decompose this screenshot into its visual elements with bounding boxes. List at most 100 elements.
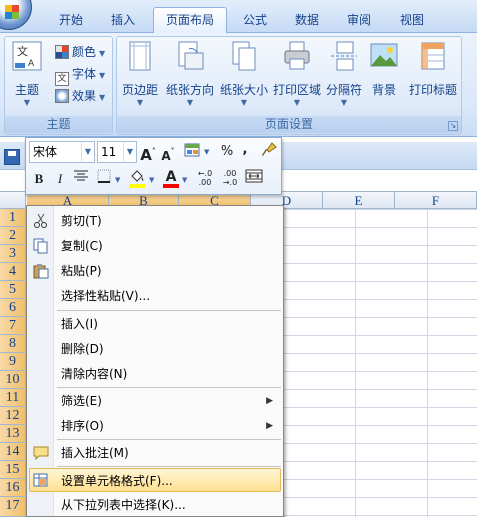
row-header[interactable]: 4 xyxy=(0,263,26,281)
font-name-dropdown-icon[interactable]: ▼ xyxy=(81,142,94,162)
borders-button[interactable] xyxy=(95,169,113,189)
percent-style-button[interactable]: % xyxy=(219,142,235,162)
format-style-icon xyxy=(184,143,200,157)
format-style-button[interactable] xyxy=(183,142,203,162)
menu-item-label: 插入批注(M) xyxy=(61,446,129,460)
grow-font-button[interactable]: A˄ xyxy=(140,142,156,164)
menu-item-pick-from-list[interactable]: 从下拉列表中选择(K)... xyxy=(29,493,281,517)
office-button[interactable] xyxy=(0,0,32,30)
background-button[interactable]: 背景 xyxy=(366,41,402,115)
row-header[interactable]: 8 xyxy=(0,335,26,353)
row-header[interactable]: 14 xyxy=(0,443,26,461)
row-header[interactable]: 3 xyxy=(0,245,26,263)
menu-item-label: 剪切(T) xyxy=(61,214,102,228)
tab-formulas[interactable]: 公式 xyxy=(231,8,279,33)
font-size-combo[interactable]: 11 ▼ xyxy=(97,141,137,163)
font-color-dropdown-icon[interactable]: ▼ xyxy=(182,176,187,184)
themes-button[interactable]: 文 A 主题 ▼ xyxy=(8,41,46,115)
paste-icon xyxy=(33,264,49,279)
svg-text:文: 文 xyxy=(17,44,28,58)
decrease-decimal-button[interactable]: .00 →.0 xyxy=(219,169,241,189)
effects-button[interactable]: 效果 ▼ xyxy=(55,86,105,106)
colors-button[interactable]: 颜色 ▼ xyxy=(55,42,105,62)
fill-color-dropdown-icon[interactable]: ▼ xyxy=(149,176,154,184)
margins-button[interactable]: 页边距 ▼ xyxy=(119,41,161,115)
row-header[interactable]: 9 xyxy=(0,353,26,371)
center-align-button[interactable] xyxy=(72,169,90,189)
row-header[interactable]: 1 xyxy=(0,209,26,227)
font-color-swatch xyxy=(163,184,179,188)
row-header[interactable]: 5 xyxy=(0,281,26,299)
shrink-font-label: A xyxy=(161,149,171,163)
tab-home[interactable]: 开始 xyxy=(47,8,95,33)
font-name-combo[interactable]: 宋体 ▼ xyxy=(29,141,95,163)
comment-icon xyxy=(33,446,49,461)
italic-button[interactable]: I xyxy=(51,169,69,189)
menu-item-label: 从下拉列表中选择(K)... xyxy=(61,498,186,512)
menu-item-label: 复制(C) xyxy=(61,239,103,253)
fonts-button[interactable]: 文字体 ▼ xyxy=(55,64,105,86)
row-header[interactable]: 17 xyxy=(0,497,26,517)
orientation-button[interactable]: 纸张方向 ▼ xyxy=(165,41,215,115)
row-header[interactable]: 10 xyxy=(0,371,26,389)
tab-review[interactable]: 审阅 xyxy=(335,8,383,33)
save-icon[interactable] xyxy=(4,149,20,165)
increase-decimal-button[interactable]: ←.0 .00 xyxy=(194,169,216,189)
menu-item-filter[interactable]: 筛选(E) ▶ xyxy=(29,389,281,413)
borders-dropdown-icon[interactable]: ▼ xyxy=(115,176,120,184)
menu-item-clear-contents[interactable]: 清除内容(N) xyxy=(29,362,281,386)
printer-icon xyxy=(284,41,310,70)
row-header[interactable]: 6 xyxy=(0,299,26,317)
row-header[interactable]: 15 xyxy=(0,461,26,479)
menu-item-insert-comment[interactable]: 插入批注(M) xyxy=(29,441,281,465)
column-header-f[interactable]: F xyxy=(395,192,477,209)
menu-item-paste-special[interactable]: 选择性粘贴(V)... xyxy=(29,284,281,308)
effects-icon xyxy=(55,89,69,103)
background-picture-icon xyxy=(370,43,398,67)
grow-caret-icon: ˄ xyxy=(151,147,156,156)
row-header[interactable]: 7 xyxy=(0,317,26,335)
breaks-button[interactable]: 分隔符 ▼ xyxy=(324,41,364,115)
row-header[interactable]: 16 xyxy=(0,479,26,497)
tab-view[interactable]: 视图 xyxy=(387,8,437,33)
font-color-button[interactable]: A xyxy=(162,167,180,188)
menu-item-sort[interactable]: 排序(O) ▶ xyxy=(29,414,281,438)
comma-style-button[interactable]: , xyxy=(239,140,251,160)
page-setup-launcher-icon[interactable]: ↘ xyxy=(448,121,458,131)
row-header[interactable]: 13 xyxy=(0,425,26,443)
colors-dropdown-icon: ▼ xyxy=(99,49,106,58)
print-titles-button[interactable]: 打印标题 xyxy=(406,41,460,115)
shrink-font-button[interactable]: A˅ xyxy=(160,142,176,163)
font-color-letter: A xyxy=(165,169,177,185)
row-header[interactable]: 11 xyxy=(0,389,26,407)
merge-center-button[interactable] xyxy=(244,169,264,189)
size-button[interactable]: 纸张大小 ▼ xyxy=(219,41,269,115)
fill-color-button[interactable] xyxy=(127,169,147,189)
menu-item-delete[interactable]: 删除(D) xyxy=(29,337,281,361)
format-painter-button[interactable] xyxy=(259,142,279,162)
menu-item-paste[interactable]: 粘贴(P) xyxy=(29,259,281,283)
bold-button[interactable]: B xyxy=(30,169,48,189)
tab-data[interactable]: 数据 xyxy=(283,8,331,33)
column-header-e[interactable]: E xyxy=(323,192,395,209)
tab-page-layout[interactable]: 页面布局 xyxy=(153,7,227,34)
shrink-caret-icon: ˅ xyxy=(170,147,175,156)
breaks-dropdown-icon: ▼ xyxy=(340,98,348,107)
select-all-corner[interactable] xyxy=(0,192,26,209)
menu-item-insert[interactable]: 插入(I) xyxy=(29,312,281,336)
font-size-dropdown-icon[interactable]: ▼ xyxy=(123,142,136,162)
row-header[interactable]: 12 xyxy=(0,407,26,425)
menu-separator xyxy=(57,466,281,467)
menu-item-copy[interactable]: 复制(C) xyxy=(29,234,281,258)
menu-separator xyxy=(57,387,281,388)
menu-item-format-cells[interactable]: 设置单元格格式(F)... xyxy=(29,468,281,492)
orientation-dropdown-icon: ▼ xyxy=(186,98,194,107)
menu-item-cut[interactable]: 剪切(T) xyxy=(29,209,281,233)
colors-label: 颜色 xyxy=(72,45,97,59)
page-break-icon xyxy=(331,41,357,71)
format-style-dropdown-icon[interactable]: ▼ xyxy=(204,148,209,156)
row-header[interactable]: 2 xyxy=(0,227,26,245)
tab-insert[interactable]: 插入 xyxy=(100,8,146,33)
print-area-button[interactable]: 打印区域 ▼ xyxy=(272,41,322,115)
themes-dropdown-icon: ▼ xyxy=(23,98,31,107)
